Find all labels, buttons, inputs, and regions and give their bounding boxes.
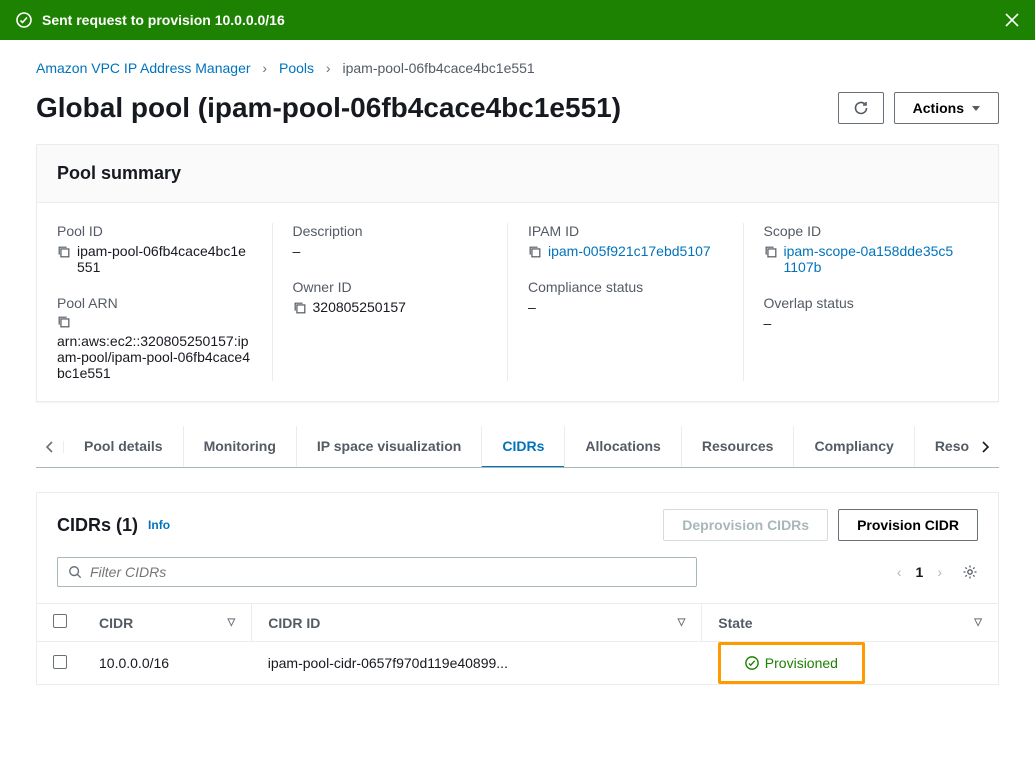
actions-button-label: Actions <box>913 100 964 116</box>
copy-icon[interactable] <box>528 245 542 259</box>
chevron-right-icon: › <box>262 60 267 76</box>
ipam-id-label: IPAM ID <box>528 223 723 239</box>
page-prev[interactable]: ‹ <box>897 564 902 580</box>
tabs-scroll-right[interactable] <box>971 441 999 453</box>
cell-cidr-id: ipam-pool-cidr-0657f970d119e40899... <box>252 642 702 685</box>
tab-pool-details[interactable]: Pool details <box>64 426 183 467</box>
flash-success-banner: Sent request to provision 10.0.0.0/16 <box>0 0 1035 40</box>
select-all-checkbox[interactable] <box>53 614 67 628</box>
actions-button[interactable]: Actions <box>894 92 999 124</box>
gear-icon[interactable] <box>962 564 978 580</box>
deprovision-cidrs-button[interactable]: Deprovision CIDRs <box>663 509 828 541</box>
search-icon <box>68 565 82 579</box>
refresh-icon <box>853 100 869 116</box>
compliance-label: Compliance status <box>528 279 723 295</box>
cidrs-panel: CIDRs (1) Info Deprovision CIDRs Provisi… <box>36 492 999 685</box>
col-state[interactable]: State <box>718 615 752 631</box>
tab-ip-space-visualization[interactable]: IP space visualization <box>296 426 481 467</box>
chevron-right-icon: › <box>326 60 331 76</box>
pager: ‹ 1 › <box>897 564 978 580</box>
pool-arn-label: Pool ARN <box>57 295 252 311</box>
sort-icon[interactable]: ▽ <box>228 617 236 628</box>
chevron-right-icon <box>979 441 991 453</box>
ipam-id-value[interactable]: ipam-005f921c17ebd5107 <box>548 243 711 259</box>
tab-resources[interactable]: Resources <box>681 426 794 467</box>
tabs: Pool details Monitoring IP space visuali… <box>36 426 999 468</box>
overlap-value: – <box>764 315 959 331</box>
pool-summary-panel: Pool summary Pool ID ipam-pool-06fb4cace… <box>36 144 999 402</box>
tab-overflow[interactable]: Reso <box>914 426 971 467</box>
owner-id-label: Owner ID <box>293 279 488 295</box>
copy-icon[interactable] <box>57 315 71 329</box>
filter-box[interactable] <box>57 557 697 587</box>
owner-id-value: 320805250157 <box>313 299 406 315</box>
page-number: 1 <box>916 564 924 580</box>
provision-cidr-button[interactable]: Provision CIDR <box>838 509 978 541</box>
check-circle-icon <box>745 656 759 670</box>
table-row[interactable]: 10.0.0.0/16 ipam-pool-cidr-0657f970d119e… <box>37 642 998 685</box>
close-icon[interactable] <box>1005 13 1019 27</box>
tab-compliancy[interactable]: Compliancy <box>793 426 913 467</box>
pool-id-label: Pool ID <box>57 223 252 239</box>
copy-icon[interactable] <box>293 301 307 315</box>
filter-input[interactable] <box>90 564 686 580</box>
compliance-value: – <box>528 299 723 315</box>
tab-monitoring[interactable]: Monitoring <box>183 426 296 467</box>
description-label: Description <box>293 223 488 239</box>
tab-cidrs[interactable]: CIDRs <box>481 426 564 467</box>
breadcrumb-root[interactable]: Amazon VPC IP Address Manager <box>36 60 251 76</box>
page-title: Global pool (ipam-pool-06fb4cace4bc1e551… <box>36 92 838 124</box>
sort-icon[interactable]: ▽ <box>974 617 982 628</box>
scope-id-value[interactable]: ipam-scope-0a158dde35c51107b <box>784 243 959 275</box>
pool-id-value: ipam-pool-06fb4cace4bc1e551 <box>77 243 252 275</box>
copy-icon[interactable] <box>57 245 71 259</box>
check-circle-icon <box>16 12 32 28</box>
info-link[interactable]: Info <box>148 518 170 532</box>
caret-down-icon <box>972 106 980 111</box>
cidrs-table: CIDR ▽ CIDR ID ▽ State ▽ 10.0.0.0/16 ipam-p… <box>37 603 998 684</box>
refresh-button[interactable] <box>838 92 884 124</box>
pool-summary-heading: Pool summary <box>57 163 978 184</box>
description-value: – <box>293 243 488 259</box>
state-badge: Provisioned <box>718 642 865 684</box>
breadcrumb: Amazon VPC IP Address Manager › Pools › … <box>36 60 999 76</box>
col-cidr[interactable]: CIDR <box>99 615 133 631</box>
pool-arn-value: arn:aws:ec2::320805250157:ipam-pool/ipam… <box>57 333 250 381</box>
cell-cidr: 10.0.0.0/16 <box>83 642 252 685</box>
sort-icon[interactable]: ▽ <box>678 617 686 628</box>
tabs-scroll-left[interactable] <box>36 441 64 453</box>
scope-id-label: Scope ID <box>764 223 959 239</box>
col-cidr-id[interactable]: CIDR ID <box>268 615 320 631</box>
copy-icon[interactable] <box>764 245 778 259</box>
cidrs-heading: CIDRs (1) <box>57 515 138 536</box>
breadcrumb-current: ipam-pool-06fb4cace4bc1e551 <box>342 60 534 76</box>
chevron-left-icon <box>44 441 56 453</box>
row-checkbox[interactable] <box>53 655 67 669</box>
overlap-label: Overlap status <box>764 295 959 311</box>
tab-allocations[interactable]: Allocations <box>564 426 680 467</box>
breadcrumb-pools[interactable]: Pools <box>279 60 314 76</box>
flash-message-text: Sent request to provision 10.0.0.0/16 <box>42 12 1005 28</box>
page-next[interactable]: › <box>937 564 942 580</box>
